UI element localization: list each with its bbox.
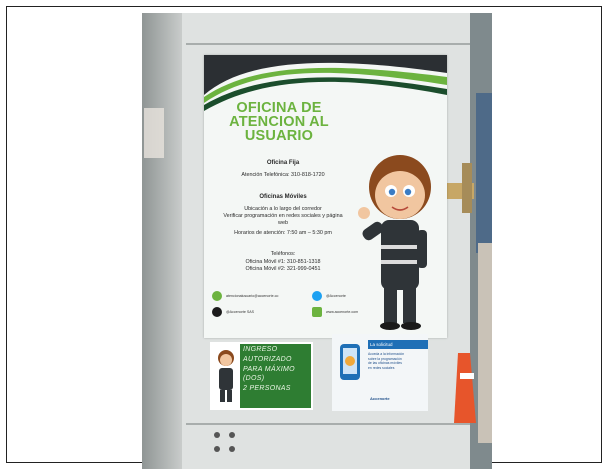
capacity-line-1: INGRESO <box>243 346 278 353</box>
request-line-4: en redes sociales <box>368 365 395 370</box>
contact-twitter: @Accenorte <box>326 294 346 298</box>
contact-email: atencionalusuario@accenorte.co <box>226 294 279 298</box>
fixed-office-heading: Oficina Fija <box>266 160 300 166</box>
request-footer: Accenorte <box>370 396 390 401</box>
photo: OFICINA DE ATENCION AL USUARIO Oficina F… <box>142 13 492 469</box>
facebook-icon <box>212 307 222 317</box>
request-text: Acceda a la información sobre la program… <box>368 352 424 370</box>
capacity-line-2: AUTORIZADO <box>243 355 292 363</box>
poster-title-line-1: OFICINA DE <box>236 100 322 116</box>
fixed-office-phone: Atención Telefónica: 310-818-1720 <box>241 172 325 178</box>
capacity-line-4: (DOS) <box>243 375 265 383</box>
poster-title: OFICINA DE ATENCION AL USUARIO <box>204 100 354 144</box>
mobile-offices-heading: Oficinas Móviles <box>259 194 307 200</box>
mobile-line-1: Ubicación a lo largo del corredor <box>244 206 322 212</box>
character-figure <box>213 346 239 406</box>
phones-heading: Teléfonos: <box>270 251 296 257</box>
twitter-icon <box>312 291 322 301</box>
request-title: La solicitud <box>368 340 428 349</box>
mobile-hours: Horarios de atención: 7:50 am – 5:30 pm <box>234 230 332 236</box>
phone-1: Oficina Móvil #1: 310-851-1318 <box>245 259 321 265</box>
mobile-line-3: web <box>278 220 288 226</box>
contact-web: www.accenorte.com <box>326 310 359 314</box>
capacity-line-3: PARA MÁXIMO <box>243 365 295 373</box>
capacity-text: INGRESO AUTORIZADO PARA MÁXIMO (DOS) 2 P… <box>243 345 309 394</box>
capacity-line-5: 2 PERSONAS <box>243 385 291 393</box>
web-icon <box>312 307 322 317</box>
request-sticker: La solicitud Acceda a la información sob… <box>332 334 428 411</box>
mobile-line-2: Verificar programación en redes sociales… <box>223 213 343 219</box>
poster-title-line-2: ATENCION AL <box>229 114 329 130</box>
poster: OFICINA DE ATENCION AL USUARIO Oficina F… <box>204 55 447 338</box>
phone-2: Oficina Móvil #2: 321-999-0451 <box>245 266 321 272</box>
email-icon <box>212 291 222 301</box>
contact-facebook: @Accenorte SAS <box>226 310 255 314</box>
poster-title-line-3: USUARIO <box>244 128 314 144</box>
phone-icon <box>340 344 360 380</box>
capacity-sticker: INGRESO AUTORIZADO PARA MÁXIMO (DOS) 2 P… <box>210 342 313 410</box>
